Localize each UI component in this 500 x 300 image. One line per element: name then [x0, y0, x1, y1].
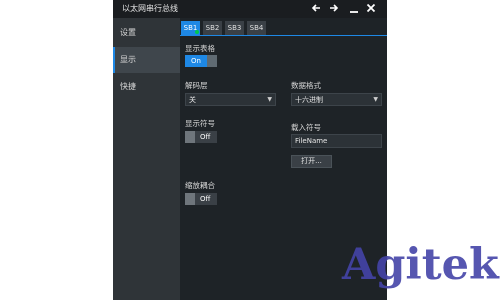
toggle-state: On	[191, 57, 201, 65]
title-bar: 以太网串行总线	[113, 0, 387, 18]
sidebar-item-display[interactable]: 显示	[113, 47, 180, 73]
chevron-down-icon: ▼	[267, 96, 272, 103]
tab-sb4[interactable]: SB4	[247, 21, 266, 35]
decode-layer-select[interactable]: 关 ▼	[185, 93, 276, 106]
sidebar: 设置 显示 快捷	[113, 18, 180, 300]
tab-label: SB2	[205, 24, 220, 32]
tab-sb3[interactable]: SB3	[225, 21, 244, 35]
minimize-icon[interactable]	[348, 2, 360, 14]
tab-sb1[interactable]: SB1	[181, 21, 200, 35]
tab-underline	[180, 35, 387, 36]
tab-sb2[interactable]: SB2	[203, 21, 222, 35]
window-title: 以太网串行总线	[122, 4, 178, 13]
sidebar-item-label: 快捷	[120, 82, 136, 91]
agitek-watermark: Agitek	[342, 240, 499, 290]
open-file-button[interactable]: 打开...	[291, 155, 332, 168]
select-value: 关	[189, 96, 196, 104]
select-value: 十六进制	[295, 96, 323, 104]
show-table-label: 显示表格	[185, 44, 215, 53]
tab-label: SB4	[249, 24, 264, 32]
input-value: FileName	[295, 137, 328, 145]
sidebar-item-label: 设置	[120, 28, 136, 37]
decode-layer-label: 解码层	[185, 81, 208, 90]
sidebar-item-settings[interactable]: 设置	[113, 20, 180, 46]
toggle-knob	[207, 55, 217, 67]
toggle-state: Off	[200, 133, 211, 141]
sidebar-item-shortcuts[interactable]: 快捷	[113, 74, 180, 100]
load-symbols-label: 载入符号	[291, 123, 321, 132]
forward-arrow-icon[interactable]	[328, 2, 340, 14]
sidebar-item-label: 显示	[120, 55, 136, 64]
toggle-knob	[185, 131, 195, 143]
data-format-select[interactable]: 十六进制 ▼	[291, 93, 382, 106]
data-format-label: 数据格式	[291, 81, 321, 90]
toggle-state: Off	[200, 195, 211, 203]
show-table-toggle[interactable]: On	[185, 55, 217, 67]
zoom-coupling-toggle[interactable]: Off	[185, 193, 217, 205]
symbol-file-input[interactable]: FileName	[291, 134, 382, 148]
show-symbols-label: 显示符号	[185, 119, 215, 128]
close-icon[interactable]	[365, 2, 377, 14]
chevron-down-icon: ▼	[373, 96, 378, 103]
toggle-knob	[185, 193, 195, 205]
tab-label: SB3	[227, 24, 242, 32]
back-arrow-icon[interactable]	[310, 2, 322, 14]
show-symbols-toggle[interactable]: Off	[185, 131, 217, 143]
active-indicator-icon	[195, 30, 199, 34]
screen: 以太网串行总线 设置 显示 快捷 SB1 SB2 SB3 SB4 显示表格 On…	[0, 0, 500, 300]
zoom-coupling-label: 缩放耦合	[185, 181, 215, 190]
